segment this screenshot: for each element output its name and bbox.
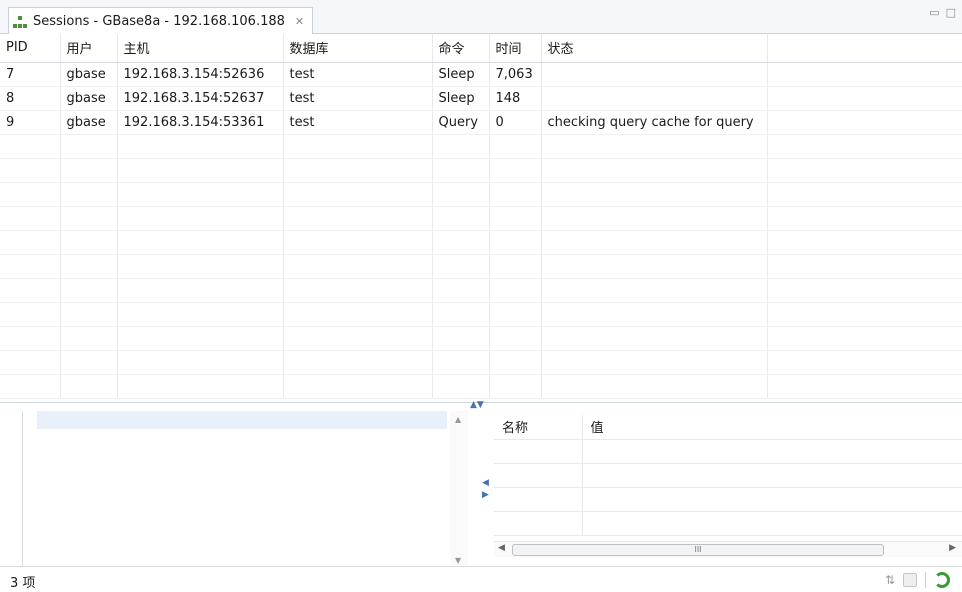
cell-command: Query bbox=[432, 110, 490, 135]
cell-user: gbase bbox=[60, 62, 118, 87]
cell-pid: 7 bbox=[0, 62, 61, 87]
cell-state bbox=[541, 62, 768, 87]
scroll-thumb[interactable]: III bbox=[512, 544, 884, 556]
empty-row bbox=[0, 230, 962, 255]
tab-sessions[interactable]: Sessions - GBase8a - 192.168.106.188 ✕ bbox=[8, 7, 314, 35]
empty-row bbox=[494, 511, 962, 536]
refresh-icon[interactable] bbox=[934, 572, 950, 588]
cell-database: test bbox=[283, 62, 433, 87]
cell-user: gbase bbox=[60, 86, 118, 111]
column-header-value[interactable]: 值 bbox=[582, 415, 962, 440]
cell-database: test bbox=[283, 86, 433, 111]
column-header-host[interactable]: 主机 bbox=[117, 34, 284, 63]
empty-row bbox=[0, 374, 962, 399]
empty-row bbox=[0, 134, 962, 159]
panel-icon[interactable] bbox=[903, 573, 917, 587]
table-row[interactable]: 7 gbase 192.168.3.154:52636 test Sleep 7… bbox=[0, 62, 962, 87]
current-line-highlight bbox=[37, 411, 447, 429]
sql-text-pane[interactable]: ▲ ▼ bbox=[22, 411, 468, 569]
sash-arrows[interactable]: ▲▼ bbox=[470, 400, 500, 410]
column-header-name[interactable]: 名称 bbox=[494, 415, 583, 440]
scroll-right-icon[interactable]: ▶ bbox=[949, 543, 956, 553]
cell-pid: 8 bbox=[0, 86, 61, 111]
column-header-time[interactable]: 时间 bbox=[489, 34, 542, 63]
empty-row bbox=[0, 326, 962, 351]
detail-panel: ▲ ▼ ▲▼ ◀ ▶ 名称 值 ◀ III ▶ bbox=[0, 400, 962, 569]
cell-command: Sleep bbox=[432, 62, 490, 87]
cell-time: 0 bbox=[489, 110, 542, 135]
column-header-user[interactable]: 用户 bbox=[60, 34, 118, 63]
cell-pid: 9 bbox=[0, 110, 61, 135]
empty-row bbox=[0, 350, 962, 375]
maximize-icon[interactable]: □ bbox=[946, 6, 956, 19]
column-header-command[interactable]: 命令 bbox=[432, 34, 490, 63]
empty-row bbox=[0, 302, 962, 327]
table-row[interactable]: 9 gbase 192.168.3.154:53361 test Query 0… bbox=[0, 110, 962, 135]
tab-title: Sessions - GBase8a - 192.168.106.188 bbox=[33, 14, 285, 29]
scroll-left-icon[interactable]: ◀ bbox=[498, 543, 505, 553]
empty-row bbox=[0, 182, 962, 207]
tab-bar: Sessions - GBase8a - 192.168.106.188 ✕ ▭… bbox=[0, 0, 962, 35]
cell-host: 192.168.3.154:53361 bbox=[117, 110, 284, 135]
item-count: 3 项 bbox=[10, 576, 36, 591]
column-header-database[interactable]: 数据库 bbox=[283, 34, 433, 63]
column-header-filler bbox=[767, 34, 962, 63]
vertical-scrollbar[interactable]: ▲ ▼ bbox=[450, 411, 468, 569]
props-header-row: 名称 值 bbox=[494, 415, 962, 440]
cell-state: checking query cache for query bbox=[541, 110, 768, 135]
empty-row bbox=[494, 487, 962, 512]
cell-host: 192.168.3.154:52637 bbox=[117, 86, 284, 111]
column-header-pid[interactable]: PID bbox=[0, 34, 61, 63]
scroll-up-icon[interactable]: ▲ bbox=[455, 415, 461, 424]
cell-time: 148 bbox=[489, 86, 542, 111]
cell-command: Sleep bbox=[432, 86, 490, 111]
close-icon[interactable]: ✕ bbox=[295, 15, 304, 28]
cell-state bbox=[541, 86, 768, 111]
cell-database: test bbox=[283, 110, 433, 135]
cell-time: 7,063 bbox=[489, 62, 542, 87]
status-bar: 3 项 ⇅ bbox=[0, 566, 962, 592]
sessions-tree-icon bbox=[13, 15, 27, 28]
column-header-state[interactable]: 状态 bbox=[541, 34, 768, 63]
empty-row bbox=[0, 278, 962, 303]
empty-row bbox=[0, 206, 962, 231]
properties-pane: 名称 值 ◀ III ▶ bbox=[494, 415, 962, 567]
empty-row bbox=[0, 158, 962, 183]
sessions-table: PID 用户 主机 数据库 命令 时间 状态 7 gbase 192.168.3… bbox=[0, 34, 962, 402]
table-row[interactable]: 8 gbase 192.168.3.154:52637 test Sleep 1… bbox=[0, 86, 962, 111]
empty-row bbox=[494, 463, 962, 488]
empty-row bbox=[0, 254, 962, 279]
table-header-row: PID 用户 主机 数据库 命令 时间 状态 bbox=[0, 34, 962, 63]
horizontal-scrollbar[interactable]: ◀ III ▶ bbox=[494, 541, 962, 557]
scroll-down-icon[interactable]: ▼ bbox=[455, 556, 461, 565]
cell-host: 192.168.3.154:52636 bbox=[117, 62, 284, 87]
minimize-icon[interactable]: ▭ bbox=[929, 6, 939, 19]
empty-row bbox=[494, 439, 962, 464]
details-icon[interactable]: ⇅ bbox=[885, 573, 895, 587]
side-sash-arrows[interactable]: ◀ ▶ bbox=[482, 477, 489, 501]
cell-user: gbase bbox=[60, 110, 118, 135]
